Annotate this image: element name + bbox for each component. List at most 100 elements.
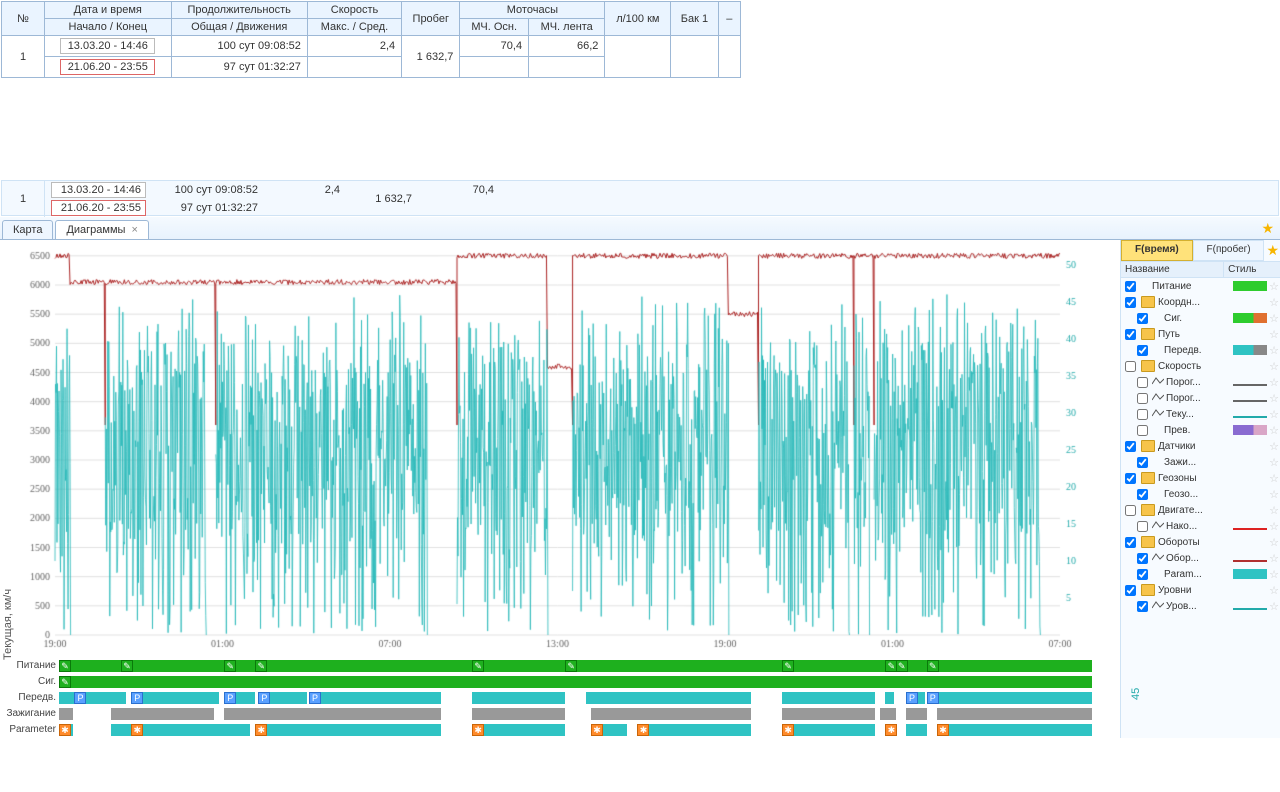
tree-item[interactable]: Коордн...☆ — [1121, 294, 1280, 310]
series-tree: Питание☆Коордн...☆Сиг.☆Путь☆Передв.☆Скор… — [1121, 278, 1280, 614]
tree-checkbox[interactable] — [1125, 329, 1136, 340]
col-duration-sub: Общая / Движения — [171, 19, 307, 36]
tree-checkbox[interactable] — [1125, 473, 1136, 484]
sum-end: 21.06.20 - 23:55 — [51, 200, 146, 216]
star-icon[interactable]: ☆ — [1269, 536, 1279, 549]
tree-checkbox[interactable] — [1137, 393, 1148, 404]
tree-item[interactable]: Теку... ☆ — [1121, 406, 1280, 422]
star-icon[interactable]: ☆ — [1269, 488, 1279, 501]
tab-charts[interactable]: Диаграммы× — [55, 220, 148, 239]
side-tab-time[interactable]: F(время) — [1121, 240, 1193, 261]
tree-item[interactable]: Геозоны☆ — [1121, 470, 1280, 486]
tree-item[interactable]: Прев.☆ — [1121, 422, 1280, 438]
star-icon[interactable]: ☆ — [1269, 552, 1279, 565]
style-swatch — [1233, 569, 1267, 579]
tree-label: Путь — [1158, 329, 1269, 340]
tree-item[interactable]: Передв.☆ — [1121, 342, 1280, 358]
tree-checkbox[interactable] — [1137, 313, 1148, 324]
tree-checkbox[interactable] — [1137, 569, 1148, 580]
star-icon[interactable]: ★ — [1266, 242, 1279, 259]
sum-mh: 70,4 — [418, 181, 500, 199]
line-icon — [1152, 600, 1164, 613]
tree-item[interactable]: Обороты☆ — [1121, 534, 1280, 550]
col-tank1: Бак 1 — [671, 2, 718, 36]
star-icon[interactable]: ☆ — [1269, 392, 1279, 405]
close-icon[interactable]: × — [131, 224, 137, 236]
tree-item[interactable]: Двигате...☆ — [1121, 502, 1280, 518]
star-icon[interactable]: ★ — [1261, 220, 1274, 237]
tree-checkbox[interactable] — [1125, 361, 1136, 372]
star-icon[interactable]: ☆ — [1269, 424, 1279, 437]
tree-item[interactable]: Нако...☆ — [1121, 518, 1280, 534]
side-tab-mileage[interactable]: F(пробег) — [1193, 240, 1265, 261]
tree-checkbox[interactable] — [1137, 601, 1148, 612]
folder-icon — [1141, 440, 1155, 452]
tree-item[interactable]: Порог... ☆ — [1121, 390, 1280, 406]
sum-mileage: 1 632,7 — [346, 181, 418, 217]
tree-item[interactable]: Геозо...☆ — [1121, 486, 1280, 502]
star-icon[interactable]: ☆ — [1269, 312, 1279, 325]
tree-checkbox[interactable] — [1125, 585, 1136, 596]
tree-item[interactable]: Param... ☆ — [1121, 566, 1280, 582]
tree-checkbox[interactable] — [1125, 281, 1136, 292]
side-col-name: Название — [1121, 262, 1224, 277]
star-icon[interactable]: ☆ — [1269, 472, 1279, 485]
star-icon[interactable]: ☆ — [1269, 600, 1279, 613]
star-icon[interactable]: ☆ — [1269, 584, 1279, 597]
star-icon[interactable]: ☆ — [1269, 328, 1279, 341]
row-mh-tape: 66,2 — [529, 36, 605, 57]
style-line — [1233, 400, 1267, 402]
tree-checkbox[interactable] — [1137, 345, 1148, 356]
star-icon[interactable]: ☆ — [1269, 408, 1279, 421]
tree-checkbox[interactable] — [1137, 409, 1148, 420]
tree-item[interactable]: Питание ☆ — [1121, 278, 1280, 294]
tree-item[interactable]: Порог...☆ — [1121, 374, 1280, 390]
style-line — [1233, 416, 1267, 418]
tree-item[interactable]: Скорость☆ — [1121, 358, 1280, 374]
tree-checkbox[interactable] — [1125, 537, 1136, 548]
style-swatch — [1233, 345, 1267, 355]
tree-label: Теку... — [1166, 409, 1233, 420]
tree-item[interactable]: Датчики☆ — [1121, 438, 1280, 454]
star-icon[interactable]: ☆ — [1269, 280, 1279, 293]
tree-label: Обороты — [1158, 537, 1269, 548]
star-icon[interactable]: ☆ — [1269, 344, 1279, 357]
tree-checkbox[interactable] — [1137, 489, 1148, 500]
tree-label: Обор... — [1166, 553, 1233, 564]
tree-item[interactable]: Путь☆ — [1121, 326, 1280, 342]
tree-checkbox[interactable] — [1137, 553, 1148, 564]
star-icon[interactable]: ☆ — [1269, 504, 1279, 517]
tree-checkbox[interactable] — [1137, 457, 1148, 468]
star-icon[interactable]: ☆ — [1269, 376, 1279, 389]
chart-canvas[interactable] — [0, 240, 1120, 655]
star-icon[interactable]: ☆ — [1269, 456, 1279, 469]
star-icon[interactable]: ☆ — [1269, 568, 1279, 581]
tree-item[interactable]: Уровни☆ — [1121, 582, 1280, 598]
tree-label: Param... — [1164, 569, 1233, 580]
tree-item[interactable]: Сиг.☆ — [1121, 310, 1280, 326]
star-icon[interactable]: ☆ — [1269, 520, 1279, 533]
star-icon[interactable]: ☆ — [1269, 440, 1279, 453]
star-icon[interactable]: ☆ — [1269, 296, 1279, 309]
tree-item[interactable]: Обор... ☆ — [1121, 550, 1280, 566]
tree-checkbox[interactable] — [1125, 297, 1136, 308]
tree-checkbox[interactable] — [1125, 441, 1136, 452]
folder-icon — [1141, 296, 1155, 308]
style-line — [1233, 384, 1267, 386]
tab-map[interactable]: Карта — [2, 220, 53, 239]
col-motohours: Моточасы — [460, 2, 605, 19]
tree-label: Порог... — [1166, 393, 1233, 404]
col-l100: л/100 км — [605, 2, 671, 36]
tree-checkbox[interactable] — [1137, 521, 1148, 532]
tree-checkbox[interactable] — [1125, 505, 1136, 516]
tree-label: Коордн... — [1158, 297, 1269, 308]
tree-checkbox[interactable] — [1137, 377, 1148, 388]
star-icon[interactable]: ☆ — [1269, 360, 1279, 373]
tree-checkbox[interactable] — [1137, 425, 1148, 436]
tree-label: Питание — [1152, 281, 1233, 292]
tree-item[interactable]: Зажи...☆ — [1121, 454, 1280, 470]
tree-item[interactable]: Уров... ☆ — [1121, 598, 1280, 614]
tree-label: Уров... — [1166, 601, 1233, 612]
timeline-bars: Питание ✎✎✎✎✎✎✎✎✎✎ Сиг. ✎ Передв. PPPPPP… — [0, 655, 1120, 737]
tree-label: Геозоны — [1158, 473, 1269, 484]
